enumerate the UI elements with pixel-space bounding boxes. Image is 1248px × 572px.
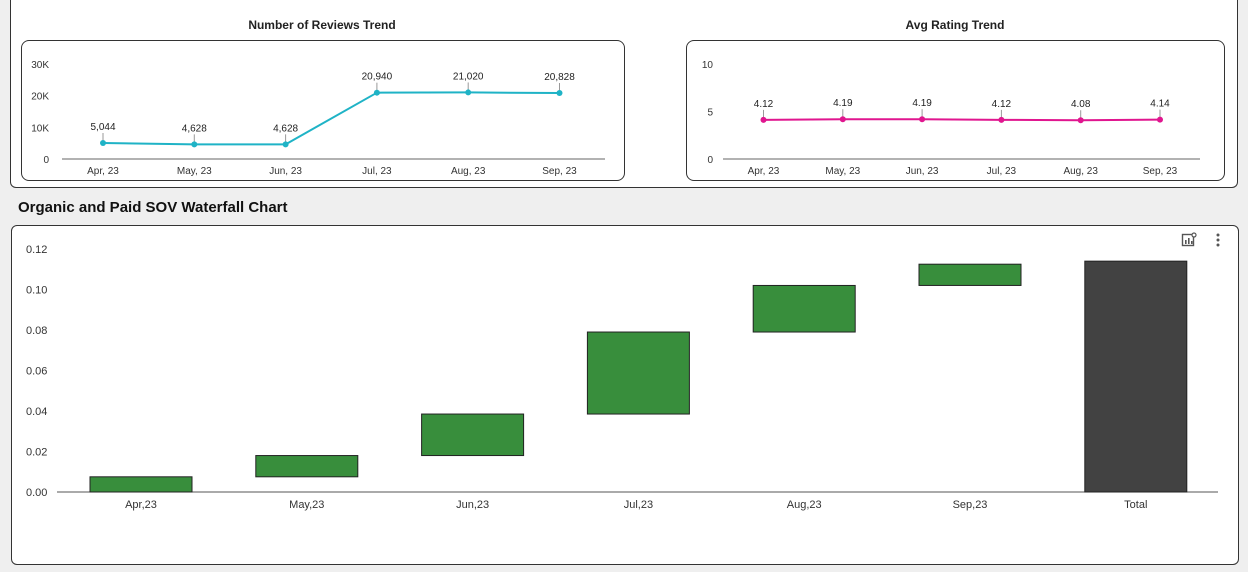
waterfall-y-tick-label: 0.12	[26, 244, 47, 256]
rating-data-point	[998, 116, 1005, 123]
reviews-y-tick-label: 10K	[31, 123, 49, 134]
waterfall-x-tick-label: May,23	[289, 499, 324, 511]
rating-y-tick-label: 0	[707, 155, 713, 166]
rating-data-point	[919, 116, 926, 123]
waterfall-bar-chart: 0.00 0.02 0.04 0.06 0.08 0.10 0.12 Apr,23 May,23…	[26, 244, 1218, 511]
rating-data-point	[1157, 116, 1163, 123]
reviews-data-label: 4,628	[273, 123, 298, 134]
reviews-data-point	[465, 89, 472, 96]
waterfall-x-tick-label: Sep,23	[953, 499, 988, 511]
waterfall-increase-bar	[421, 413, 525, 457]
waterfall-y-tick-label: 0.06	[26, 366, 47, 378]
reviews-data-point	[556, 90, 563, 97]
reviews-data-label: 20,828	[544, 72, 575, 83]
waterfall-x-tick-label: Aug,23	[787, 499, 822, 511]
waterfall-y-tick-label: 0.10	[26, 285, 47, 297]
rating-x-tick-label: Jul, 23	[987, 166, 1017, 177]
reviews-chart-card: 0 10K 20K 30K 5,044 Apr, 23 4,628 May, 23 4,628 J…	[21, 40, 625, 181]
rating-x-tick-label: Sep, 23	[1143, 166, 1178, 177]
rating-x-tick-label: Aug, 23	[1063, 166, 1098, 177]
rating-series-line	[763, 118, 1161, 122]
waterfall-increase-bar	[752, 284, 856, 333]
waterfall-total-bar	[1084, 260, 1188, 493]
more-vert-icon[interactable]	[1210, 232, 1226, 248]
rating-x-tick-label: May, 23	[825, 166, 860, 177]
reviews-data-label: 20,940	[362, 72, 393, 83]
waterfall-y-tick-label: 0.00	[26, 487, 47, 499]
reviews-x-tick-label: Apr, 23	[87, 166, 119, 177]
reviews-chart-title: Number of Reviews Trend	[248, 18, 396, 32]
waterfall-y-tick-label: 0.08	[26, 325, 47, 337]
rating-data-label: 4.08	[1071, 99, 1091, 110]
waterfall-y-tick-label: 0.02	[26, 447, 47, 459]
rating-data-point	[839, 116, 846, 123]
rating-x-tick-label: Apr, 23	[748, 166, 780, 177]
reviews-y-tick-label: 20K	[31, 92, 49, 103]
reviews-y-tick-label: 30K	[31, 60, 49, 71]
reviews-data-label: 5,044	[90, 122, 115, 133]
reviews-line-chart: 0 10K 20K 30K 5,044 Apr, 23 4,628 May, 23 4,628 J…	[31, 60, 605, 177]
waterfall-increase-bar	[89, 476, 193, 493]
rating-y-tick-label: 10	[702, 60, 714, 71]
rating-data-point	[760, 116, 767, 123]
reviews-x-tick-label: May, 23	[177, 166, 212, 177]
reviews-x-tick-label: Jun, 23	[269, 166, 302, 177]
waterfall-x-tick-label: Jul,23	[624, 499, 653, 511]
waterfall-y-tick-label: 0.04	[26, 406, 47, 418]
waterfall-x-tick-label: Jun,23	[456, 499, 489, 511]
rating-chart-card: 0 5 10 4.12 Apr, 23 4.19 May, 23 4.19 Jun, 23 4.1…	[686, 40, 1225, 181]
reviews-x-tick-label: Sep, 23	[542, 166, 577, 177]
waterfall-x-tick-label: Apr,23	[125, 499, 157, 511]
reviews-data-label: 21,020	[453, 71, 484, 82]
reviews-x-tick-label: Jul, 23	[362, 166, 392, 177]
rating-chart-title: Avg Rating Trend	[905, 18, 1005, 32]
waterfall-chart-panel: 0.00 0.02 0.04 0.06 0.08 0.10 0.12 Apr,23 May,23…	[11, 225, 1239, 565]
reviews-data-point	[100, 140, 106, 147]
rating-data-label: 4.19	[912, 98, 932, 109]
rating-data-point	[1077, 117, 1084, 124]
waterfall-section-title: Organic and Paid SOV Waterfall Chart	[18, 199, 288, 216]
reviews-data-point	[282, 141, 289, 148]
reviews-x-tick-label: Aug, 23	[451, 166, 486, 177]
waterfall-increase-bar	[255, 455, 359, 478]
rating-line-chart: 0 5 10 4.12 Apr, 23 4.19 May, 23 4.19 Jun, 23 4.1…	[702, 60, 1200, 177]
reviews-data-point	[373, 89, 380, 96]
waterfall-x-tick-label: Total	[1124, 499, 1147, 511]
rating-x-tick-label: Jun, 23	[906, 166, 939, 177]
rating-data-label: 4.12	[754, 99, 774, 110]
chart-explore-icon[interactable]	[1181, 232, 1197, 248]
rating-y-tick-label: 5	[707, 108, 713, 119]
rating-data-label: 4.14	[1150, 99, 1170, 110]
waterfall-increase-bar	[586, 331, 690, 415]
waterfall-increase-bar	[918, 263, 1022, 286]
rating-data-label: 4.12	[992, 99, 1012, 110]
rating-data-label: 4.19	[833, 98, 853, 109]
reviews-data-label: 4,628	[182, 123, 207, 134]
reviews-series-line	[102, 91, 560, 146]
reviews-data-point	[191, 141, 198, 148]
reviews-y-tick-label: 0	[43, 155, 49, 166]
